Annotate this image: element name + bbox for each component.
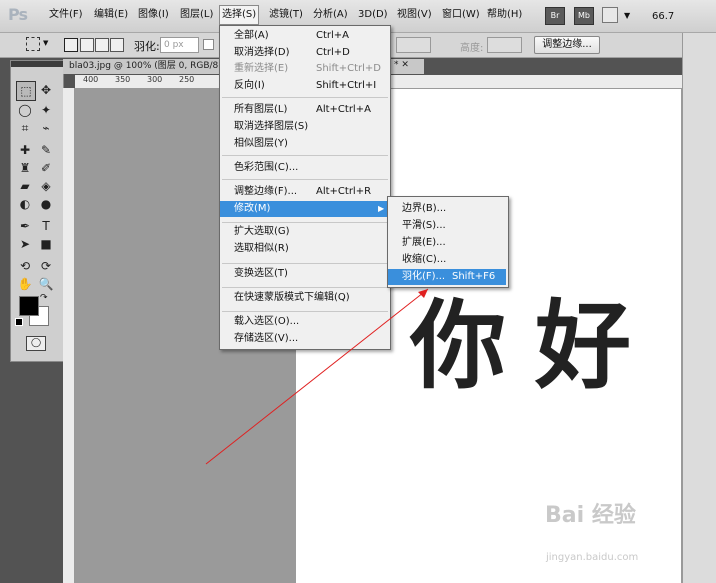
annotation-arrow — [205, 288, 429, 465]
annotation-arrow-line — [205, 288, 429, 465]
annotation-arrow-head — [418, 289, 428, 298]
